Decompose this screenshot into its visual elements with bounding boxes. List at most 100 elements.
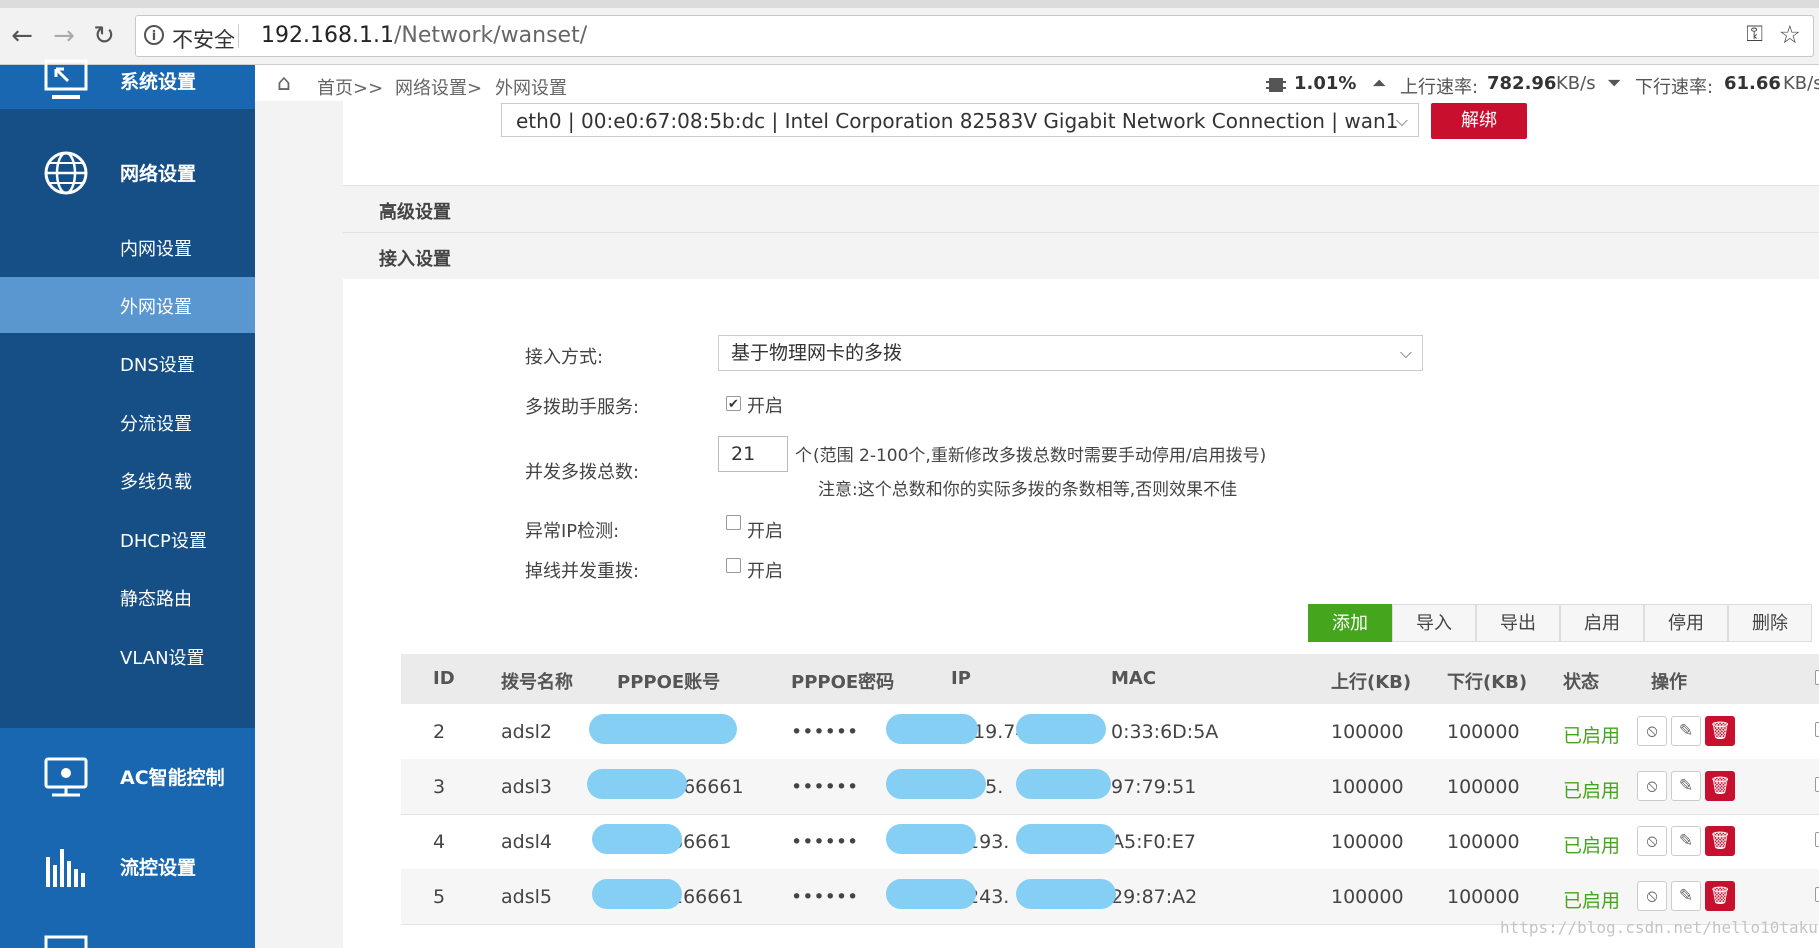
sidebar-item-network[interactable]: 网络设置	[0, 143, 255, 203]
home-icon[interactable]: ⌂	[277, 71, 291, 96]
disable-row-icon[interactable]: ⦸	[1637, 881, 1667, 911]
section-advanced[interactable]: 高级设置	[343, 185, 1819, 232]
sidebar-item-flow[interactable]: 流控设置	[0, 837, 255, 897]
url-host: 192.168.1.1	[261, 23, 394, 48]
cpu-usage: 1.01%	[1294, 73, 1357, 94]
row-mac: 29:87:A2	[1111, 886, 1198, 908]
col-ops: 操作	[1651, 672, 1687, 693]
sidebar-item-system[interactable]: 系统设置	[0, 51, 255, 111]
access-mode-value: 基于物理网卡的多拨	[731, 342, 903, 364]
row-id: 4	[433, 831, 446, 853]
access-mode-select[interactable]: 基于物理网卡的多拨 ⌵	[718, 335, 1423, 371]
sidebar-item-dns[interactable]: DNS设置	[0, 335, 255, 391]
enable-button[interactable]: 启用	[1560, 604, 1644, 642]
breadcrumb-home[interactable]: 首页>>	[317, 74, 383, 100]
sidebar-item-dhcp[interactable]: DHCP设置	[0, 511, 255, 567]
watermark: https://blog.csdn.net/hello10taku	[1500, 918, 1818, 937]
edit-row-icon[interactable]: ✎	[1671, 826, 1701, 856]
edit-row-icon[interactable]: ✎	[1671, 881, 1701, 911]
delete-row-icon[interactable]: 🗑	[1705, 826, 1735, 856]
row-down: 100000	[1447, 831, 1520, 853]
select-all-checkbox[interactable]	[1815, 670, 1819, 685]
chevron-down-icon: ⌵	[1395, 111, 1408, 130]
row-name: adsl3	[501, 776, 552, 798]
delete-row-icon[interactable]: 🗑	[1705, 771, 1735, 801]
unbind-button[interactable]: 解绑	[1431, 103, 1527, 139]
count-note: 注意:这个总数和你的实际多拨的条数相等,否则效果不佳	[818, 480, 1238, 500]
row-password: ••••••	[791, 721, 859, 743]
row-name: adsl4	[501, 831, 552, 853]
sidebar-item-multiline[interactable]: 多线负载	[0, 452, 255, 508]
redaction-mark	[1016, 879, 1116, 909]
redaction-mark	[886, 769, 986, 799]
section-access[interactable]: 接入设置	[343, 232, 1819, 279]
row-id: 3	[433, 776, 446, 798]
star-icon[interactable]: ☆	[1779, 20, 1801, 49]
table-row: 4 adsl4 66661 •••••• .193. A5:F0:E7 100000 1000…	[401, 814, 1819, 870]
sidebar-flow-label: 流控设置	[120, 857, 197, 879]
ac-control-icon	[44, 757, 88, 797]
sidebar-item-label: 静态路由	[120, 589, 192, 610]
col-status: 状态	[1563, 672, 1599, 693]
disable-button[interactable]: 停用	[1644, 604, 1728, 642]
count-hint: (范围 2-100个,重新修改多拨总数时需要手动停用/启用拨号)	[813, 446, 1267, 466]
interface-select[interactable]: eth0 | 00:e0:67:08:5b:dc | Intel Corpora…	[501, 103, 1419, 137]
key-icon[interactable]: ⚿	[1746, 22, 1763, 47]
sidebar-item-ac[interactable]: AC智能控制	[0, 747, 255, 807]
delete-row-icon[interactable]: 🗑	[1705, 881, 1735, 911]
helper-checkbox[interactable]: ✔	[726, 396, 741, 412]
row-status: 已启用	[1563, 890, 1621, 912]
address-bar[interactable]: i 不安全 192.168.1.1/Network/wanset/ ⚿ ☆	[135, 15, 1814, 57]
import-button[interactable]: 导入	[1392, 604, 1476, 642]
edit-row-icon[interactable]: ✎	[1671, 771, 1701, 801]
sidebar-item-lan[interactable]: 内网设置	[0, 219, 255, 275]
row-password: ••••••	[791, 776, 859, 798]
sidebar-item-split[interactable]: 分流设置	[0, 394, 255, 450]
sidebar-item-wan[interactable]: 外网设置	[0, 277, 255, 333]
sidebar: 系统设置 网络设置 内网设置 外网设置 DNS设置 分流设置 多线负载 DHCP…	[0, 59, 255, 948]
row-checkbox[interactable]	[1815, 777, 1819, 792]
divider	[238, 24, 239, 48]
redaction-mark	[589, 714, 737, 744]
row-checkbox[interactable]	[1815, 832, 1819, 847]
delete-button[interactable]: 删除	[1728, 604, 1812, 642]
bar-chart-icon	[46, 849, 85, 887]
sidebar-item-vlan[interactable]: VLAN设置	[0, 628, 255, 684]
sidebar-item-label: 多线负载	[120, 472, 192, 493]
reload-button[interactable]: ↻	[88, 20, 120, 52]
edit-row-icon[interactable]: ✎	[1671, 716, 1701, 746]
redial-checkbox[interactable]	[726, 558, 741, 573]
export-button[interactable]: 导出	[1476, 604, 1560, 642]
delete-row-icon[interactable]: 🗑	[1705, 716, 1735, 746]
back-button[interactable]: ←	[6, 20, 38, 52]
disable-row-icon[interactable]: ⦸	[1637, 771, 1667, 801]
row-mac: 0:33:6D:5A	[1111, 721, 1219, 743]
row-down: 100000	[1447, 721, 1520, 743]
count-label: 并发多拨总数:	[525, 462, 640, 483]
abnormal-ip-label: 异常IP检测:	[525, 521, 620, 542]
disable-row-icon[interactable]: ⦸	[1637, 716, 1667, 746]
row-checkbox[interactable]	[1815, 722, 1819, 737]
row-down: 100000	[1447, 776, 1520, 798]
disable-row-icon[interactable]: ⦸	[1637, 826, 1667, 856]
row-name: adsl5	[501, 886, 552, 908]
url-text[interactable]: 192.168.1.1/Network/wanset/	[261, 23, 587, 48]
forward-button[interactable]: →	[48, 20, 80, 52]
abnormal-ip-checkbox[interactable]	[726, 515, 741, 530]
dial-count-input[interactable]: 21	[718, 436, 788, 472]
row-checkbox[interactable]	[1815, 887, 1819, 902]
mode-label: 接入方式:	[525, 347, 604, 368]
content-panel: eth0 | 00:e0:67:08:5b:dc | Intel Corpora…	[343, 101, 1819, 948]
security-label[interactable]: 不安全	[172, 24, 235, 54]
col-name: 拨号名称	[501, 672, 573, 693]
dial-count-value: 21	[731, 443, 756, 465]
col-account: PPPOE账号	[617, 672, 721, 693]
row-up: 100000	[1331, 776, 1404, 798]
sidebar-item-static-route[interactable]: 静态路由	[0, 569, 255, 625]
breadcrumb-network[interactable]: 网络设置>	[395, 74, 482, 100]
abnormal-ip-enable-label: 开启	[747, 521, 783, 542]
count-unit: 个	[795, 446, 812, 466]
info-icon[interactable]: i	[144, 25, 164, 45]
add-button[interactable]: 添加	[1308, 604, 1392, 642]
upload-unit: KB/s	[1556, 73, 1596, 94]
